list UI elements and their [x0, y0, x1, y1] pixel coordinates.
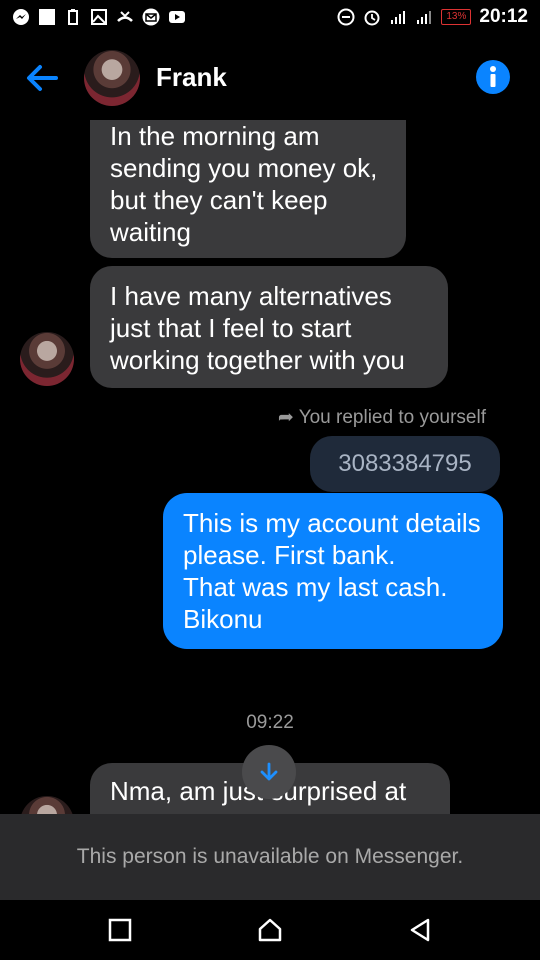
status-bar-left [12, 8, 186, 26]
sender-avatar [20, 796, 74, 814]
missed-call-icon [117, 11, 133, 22]
contact-name[interactable]: Frank [156, 62, 227, 93]
unavailable-notice: This person is unavailable on Messenger. [0, 814, 540, 900]
recent-apps-icon[interactable] [106, 916, 134, 944]
sender-avatar [20, 332, 74, 386]
back-arrow-icon[interactable] [22, 58, 62, 98]
incoming-message-bubble[interactable]: I have many alternatives just that I fee… [90, 266, 448, 388]
gallery-icon [91, 9, 107, 25]
replied-message-preview[interactable]: 3083384795 [310, 436, 500, 492]
reply-note-text: You replied to yourself [298, 407, 486, 428]
message-line: This is my account details please. First… [183, 508, 481, 570]
message-line: Bikonu [183, 604, 263, 634]
email-icon [142, 8, 160, 26]
system-nav-bar [0, 900, 540, 960]
battery-saver-icon [68, 9, 78, 25]
arrow-down-icon [260, 762, 278, 781]
back-icon[interactable] [406, 916, 434, 944]
status-bar-right: 13% 20:12 [337, 6, 528, 28]
signal-icon [417, 11, 432, 24]
messenger-icon [13, 9, 29, 25]
conversation-header: Frank [0, 36, 540, 120]
status-bar: 13% 20:12 [0, 0, 540, 36]
youtube-icon [169, 11, 185, 23]
dnd-icon [337, 8, 355, 26]
reply-note: ➦ You replied to yourself [278, 406, 486, 429]
battery-indicator: 13% [441, 9, 472, 25]
outgoing-message-bubble[interactable]: This is my account details please. First… [163, 493, 503, 649]
contact-avatar[interactable] [84, 50, 140, 106]
status-time: 20:12 [479, 6, 528, 27]
incoming-message-bubble[interactable]: In the morning am sending you money ok, … [90, 120, 406, 258]
home-icon[interactable] [256, 916, 284, 944]
alarm-icon [364, 10, 380, 26]
square-icon [39, 9, 55, 25]
message-line: That was my last cash. [183, 572, 448, 602]
message-list[interactable]: In the morning am sending you money ok, … [0, 120, 540, 814]
info-icon[interactable] [476, 60, 510, 94]
signal-icon [391, 11, 406, 24]
message-timestamp: 09:22 [246, 712, 294, 733]
scroll-to-bottom-button[interactable] [242, 745, 296, 799]
reply-arrow-icon: ➦ [277, 407, 294, 428]
